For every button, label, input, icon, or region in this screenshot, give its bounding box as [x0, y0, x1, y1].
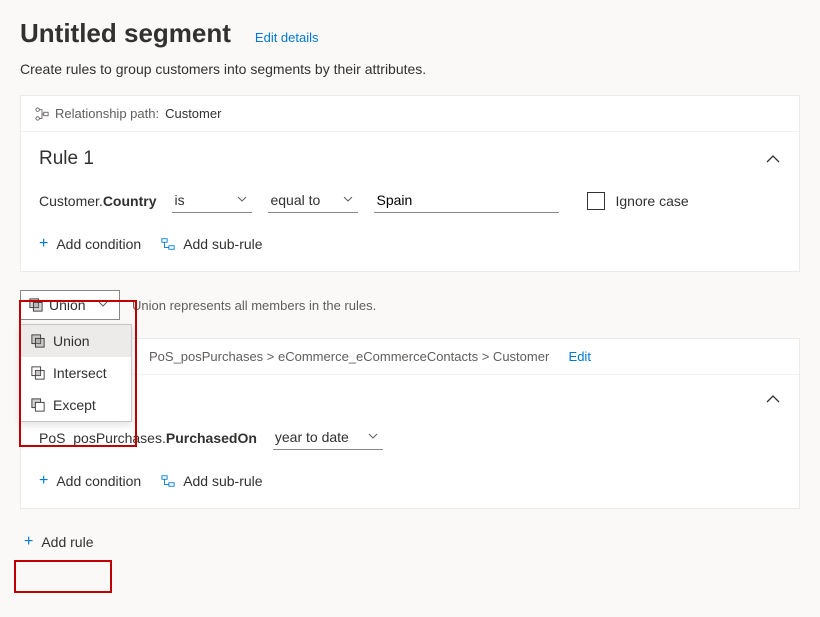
set-operator-dropdown: Union Intersect Except [20, 324, 132, 422]
edit-details-link[interactable]: Edit details [255, 30, 319, 45]
operator-logic-select[interactable]: is [172, 188, 252, 213]
add-condition-label: Add condition [56, 236, 141, 252]
union-icon [29, 298, 43, 312]
add-rule-button[interactable]: + Add rule [20, 527, 800, 557]
set-operator-value: Union [49, 297, 86, 313]
operator-option-label: Intersect [53, 365, 107, 381]
condition-row: PoS_posPurchases.PurchasedOn year to dat… [39, 425, 781, 450]
operator-option-label: Except [53, 397, 96, 413]
condition-row: Customer.Country is equal to Ignore case [39, 188, 781, 213]
operator-date-value: year to date [275, 429, 349, 445]
set-operator-row: Union Union represents all members in th… [20, 290, 800, 320]
attribute-label: PoS_posPurchases.PurchasedOn [39, 430, 257, 446]
ignore-case-label: Ignore case [615, 193, 688, 209]
plus-icon: + [39, 472, 48, 490]
operator-compare-value: equal to [270, 192, 320, 208]
operator-compare-select[interactable]: equal to [268, 188, 358, 213]
operator-option-union[interactable]: Union [21, 325, 131, 357]
chevron-down-icon [367, 430, 381, 444]
operator-option-label: Union [53, 333, 90, 349]
relationship-icon [35, 107, 49, 121]
union-icon [31, 334, 45, 348]
operator-option-except[interactable]: Except [21, 389, 131, 421]
add-subrule-label: Add sub-rule [183, 473, 262, 489]
chevron-down-icon [97, 298, 111, 312]
operator-date-select[interactable]: year to date [273, 425, 383, 450]
operator-logic-value: is [174, 192, 184, 208]
rule-title: Rule 1 [39, 148, 94, 170]
edit-relationship-link[interactable]: Edit [569, 349, 591, 364]
add-subrule-button[interactable]: Add sub-rule [161, 469, 262, 493]
page-title: Untitled segment [20, 18, 231, 49]
checkbox-box [587, 192, 605, 210]
collapse-rule-icon[interactable] [765, 151, 781, 167]
relationship-path-row: PoS_posPurchases > eCommerce_eCommerceCo… [21, 339, 799, 375]
set-operator-hint: Union represents all members in the rule… [132, 298, 376, 313]
subrule-icon [161, 237, 175, 251]
add-condition-button[interactable]: + Add condition [39, 231, 141, 257]
rule-card-1: Relationship path: Customer Rule 1 Custo… [20, 95, 800, 272]
subrule-icon [161, 474, 175, 488]
operator-option-intersect[interactable]: Intersect [21, 357, 131, 389]
plus-icon: + [39, 235, 48, 253]
chevron-down-icon [236, 193, 250, 207]
add-subrule-button[interactable]: Add sub-rule [161, 232, 262, 256]
except-icon [31, 398, 45, 412]
attribute-label: Customer.Country [39, 193, 156, 209]
add-condition-button[interactable]: + Add condition [39, 468, 141, 494]
highlight-annotation [14, 560, 112, 593]
collapse-rule-icon[interactable] [765, 391, 781, 407]
condition-value-input[interactable] [374, 188, 559, 213]
rule-card-2: PoS_posPurchases > eCommerce_eCommerceCo… [20, 338, 800, 509]
add-condition-label: Add condition [56, 473, 141, 489]
relationship-path-row: Relationship path: Customer [21, 96, 799, 132]
relationship-path-label: Relationship path: [55, 106, 159, 121]
add-rule-label: Add rule [41, 534, 93, 550]
page-subtitle: Create rules to group customers into seg… [20, 61, 800, 77]
set-operator-select[interactable]: Union [20, 290, 120, 320]
add-subrule-label: Add sub-rule [183, 236, 262, 252]
chevron-down-icon [342, 193, 356, 207]
relationship-path-value: Customer [165, 106, 221, 121]
plus-icon: + [24, 533, 33, 551]
intersect-icon [31, 366, 45, 380]
ignore-case-checkbox[interactable]: Ignore case [587, 192, 688, 210]
relationship-path-value: PoS_posPurchases > eCommerce_eCommerceCo… [149, 349, 549, 364]
